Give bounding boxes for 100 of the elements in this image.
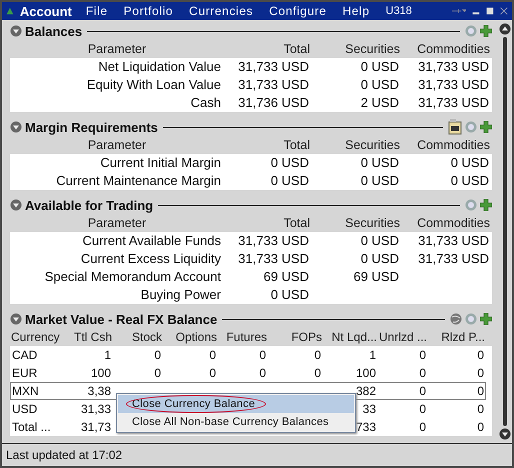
column-header[interactable]: Ttl Csh [58,328,113,346]
table-cell-text: 0 [476,365,485,381]
table-cell-text: Net Liquidation Value [97,58,222,76]
add-icon[interactable] [480,25,492,37]
maximize-icon[interactable] [486,5,494,17]
column-header[interactable]: Unrlzd ... [378,328,428,346]
table-cell-text: 31,733 USD [417,250,490,268]
table-cell-text: Current Excess Liquidity [80,250,222,268]
scroll-up-icon[interactable] [499,23,511,35]
table-cell-text: 31,736 USD [237,94,310,112]
table-cell-text: 0 USD [360,154,400,172]
table-cell-text: 31,733 USD [417,76,490,94]
menu-item[interactable]: Help [342,4,370,18]
column-header[interactable]: Commodities [402,136,492,154]
status-text: Last updated at 17:02 [2,443,512,466]
table-cell-text: 31,733 USD [237,76,310,94]
table-cell-text: 0 [476,401,485,417]
column-header[interactable]: Securities [312,40,402,58]
section-title: Market Value - Real FX Balance [25,312,218,326]
scrollbar-thumb[interactable] [503,37,507,426]
table-cell-text: 2 USD [360,94,400,112]
column-header[interactable]: Total [224,40,312,58]
table-cell-text: 0 USD [360,250,400,268]
table-cell-text: 31,733 USD [417,232,490,250]
table-cell-text: 31,733 USD [237,250,310,268]
table-cell-text: 0 USD [360,172,400,190]
table-cell-text: 1 [368,347,377,363]
table-cell[interactable]: USD [10,401,58,417]
menu-item[interactable]: Close All Non-base Currency Balances [118,413,354,431]
table-cell-text: 0 USD [270,172,310,190]
logo-icon [6,5,14,17]
table-cell-text: 0 USD [360,232,400,250]
collapse-icon[interactable] [10,121,22,133]
column-header[interactable]: Total [224,214,312,232]
table-cell-text: 0 USD [270,154,310,172]
table-cell-text: 0 [313,365,322,381]
table-cell-text: 0 [418,419,427,435]
menu-item[interactable]: Configure [269,4,327,18]
table-cell-text: 0 [418,365,427,381]
table-cell-text: 100 [90,365,112,381]
table-cell-text: 31,33 [80,401,112,417]
table-cell-text: 0 USD [360,76,400,94]
column-header[interactable]: Commodities [402,40,492,58]
section-title: Balances [25,24,82,38]
column-header[interactable]: Parameter [10,214,224,232]
table-cell-text: 0 [418,401,427,417]
scroll-down-icon[interactable] [499,428,511,440]
table-cell-text: 0 [313,347,322,363]
table-cell-text: 0 [258,347,267,363]
collapse-icon[interactable] [10,313,22,325]
column-header[interactable]: Futures [218,328,268,346]
table-cell-text: 0 [476,347,485,363]
column-header[interactable]: Securities [312,136,402,154]
table-cell-text: 0 [476,419,485,435]
menu-item[interactable]: Portfolio [124,4,174,18]
table-cell[interactable]: CAD [10,347,58,363]
section-title: Margin Requirements [25,120,158,134]
table-cell-text: 0 [418,347,427,363]
column-header[interactable]: FOPs [268,328,323,346]
column-header[interactable]: Parameter [10,136,224,154]
menu-item[interactable]: Currencies [189,4,254,18]
table-cell-text: Current Maintenance Margin [55,172,222,190]
column-header[interactable]: Securities [312,214,402,232]
pin-icon[interactable] [452,7,466,15]
account-id: U318 [386,5,412,17]
section-title: Available for Trading [25,198,154,212]
collapse-icon[interactable] [10,25,22,37]
table-cell[interactable]: Total ... [10,419,58,435]
table-cell-text: 0 [208,365,217,381]
column-header[interactable]: Total [224,136,312,154]
table-cell-text: 0 [153,347,162,363]
column-header[interactable]: Parameter [10,40,224,58]
column-header[interactable]: Nt Lqd... [323,328,378,346]
table-cell-text: Cash [190,94,222,112]
menu-item[interactable]: Close Currency Balance [118,395,354,413]
close-icon[interactable] [500,5,508,17]
table-cell-text: Current Available Funds [81,232,222,250]
table-cell-text: 31,73 [80,419,112,435]
column-header[interactable]: Options [163,328,218,346]
column-header[interactable]: Stock [113,328,163,346]
collapse-icon[interactable] [10,199,22,211]
column-header[interactable]: Rlzd P... [428,328,486,346]
add-icon[interactable] [480,199,492,211]
table-cell-text: 0 [476,383,485,399]
table-cell-text: Special Memorandum Account [44,268,222,286]
table-cell[interactable]: MXN [10,383,58,399]
table-cell-text: 0 [153,365,162,381]
table-cell-text: 100 [354,365,377,381]
table-cell-text: 0 [208,347,217,363]
add-icon[interactable] [480,313,492,325]
globe-icon[interactable] [450,313,462,325]
table-cell-text: Equity With Loan Value [86,76,222,94]
menu-item[interactable]: File [86,4,108,18]
column-header[interactable]: Currency [10,328,58,346]
table-cell[interactable]: EUR [10,365,58,381]
column-header[interactable]: Commodities [402,214,492,232]
add-icon[interactable] [480,121,492,133]
document-icon[interactable] [448,119,462,135]
table-cell-text: 0 USD [270,286,310,304]
table-cell-text: 382 [354,383,377,399]
